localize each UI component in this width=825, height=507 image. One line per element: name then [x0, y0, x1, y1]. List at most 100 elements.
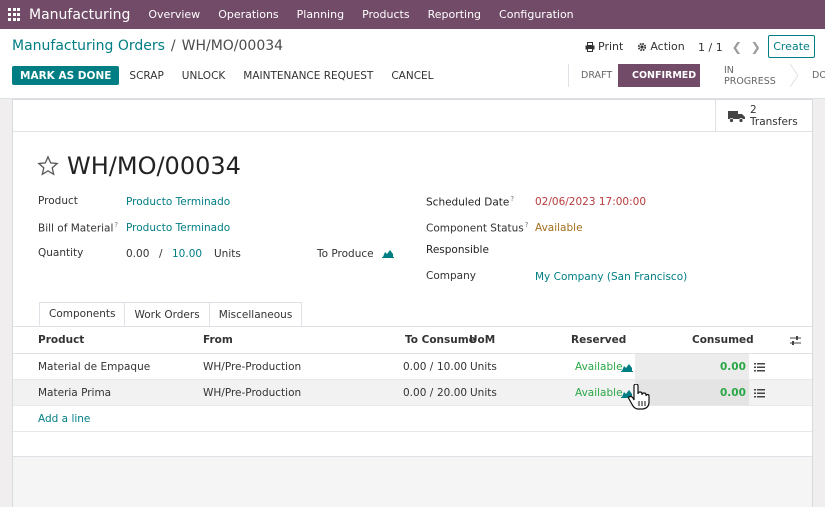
component-status-value: Available — [535, 222, 583, 234]
gear-icon — [638, 42, 647, 51]
chevron-left-icon[interactable]: ❮ — [732, 40, 742, 54]
breadcrumb-parent[interactable]: Manufacturing Orders — [12, 38, 165, 54]
form-sheet: 2 Transfers WH/MO/00034 Product Producto… — [12, 99, 813, 507]
pager: 1 / 1 ❮ ❯ — [698, 40, 761, 54]
button-box: 2 Transfers — [13, 100, 812, 132]
print-label: Print — [598, 40, 624, 53]
nav-products[interactable]: Products — [362, 8, 410, 21]
action-label: Action — [650, 40, 685, 53]
status-confirmed-label: CONFIRMED — [632, 70, 697, 81]
scheduled-date-help-icon[interactable]: ? — [510, 195, 514, 203]
quantity-label: Quantity — [38, 247, 84, 259]
detailed-operations-icon[interactable] — [754, 389, 765, 398]
control-panel: Manufacturing Orders / WH/MO/00034 Print… — [0, 29, 825, 99]
nav-reporting[interactable]: Reporting — [428, 8, 481, 21]
row-reserved: Available — [575, 360, 623, 373]
maintenance-request-button[interactable]: MAINTENANCE REQUEST — [243, 70, 373, 82]
record-title: WH/MO/00034 — [67, 152, 241, 180]
cancel-button[interactable]: CANCEL — [391, 70, 433, 82]
status-done[interactable]: DONE — [798, 64, 825, 87]
status-draft[interactable]: DRAFT — [568, 64, 618, 87]
transfers-smart-button[interactable]: 2 Transfers — [715, 100, 812, 132]
table-empty-row — [13, 432, 812, 458]
unlock-button[interactable]: UNLOCK — [182, 70, 226, 82]
status-bar: DRAFT CONFIRMED IN PROGRESS DONE — [568, 64, 825, 87]
tab-components[interactable]: Components — [39, 302, 126, 326]
header-consumed[interactable]: Consumed — [692, 334, 754, 346]
action-button[interactable]: Action — [637, 40, 685, 53]
quantity-total[interactable]: 10.00 — [172, 248, 202, 260]
row-reserved: Available — [575, 386, 623, 399]
table-row[interactable]: Materia Prima WH/Pre-Production 0.00 / 2… — [13, 380, 812, 410]
print-button[interactable]: Print — [585, 40, 623, 53]
optional-columns-icon[interactable] — [790, 336, 801, 345]
bom-help-icon[interactable]: ? — [114, 221, 118, 229]
status-in-progress[interactable]: IN PROGRESS — [700, 64, 790, 87]
status-draft-label: DRAFT — [581, 70, 613, 81]
top-navbar: Manufacturing Overview Operations Planni… — [0, 0, 825, 29]
row-consumed[interactable]: 0.00 — [720, 361, 746, 373]
company-value[interactable]: My Company (San Francisco) — [535, 271, 687, 283]
row-qty: 0.00 / — [403, 386, 434, 399]
forecast-chart-icon[interactable] — [382, 248, 394, 258]
bom-value[interactable]: Producto Terminado — [126, 222, 230, 234]
row-uom: Units — [470, 360, 497, 373]
row-product: Materia Prima — [38, 386, 112, 399]
create-button[interactable]: Create — [768, 35, 815, 58]
detailed-operations-icon[interactable] — [754, 363, 765, 372]
header-uom[interactable]: UoM — [469, 334, 495, 346]
tab-miscellaneous[interactable]: Miscellaneous — [208, 302, 303, 326]
hand-cursor-icon — [628, 384, 650, 410]
app-name[interactable]: Manufacturing — [29, 7, 130, 23]
quantity-separator: / — [159, 248, 163, 260]
bom-label-text: Bill of Material — [38, 222, 114, 235]
action-buttons: MARK AS DONE SCRAP UNLOCK MAINTENANCE RE… — [12, 66, 434, 85]
forecast-chart-icon[interactable] — [621, 362, 633, 372]
header-reserved[interactable]: Reserved — [571, 334, 626, 346]
nav-overview[interactable]: Overview — [148, 8, 200, 21]
product-value[interactable]: Producto Terminado — [126, 196, 230, 208]
component-status-help-icon[interactable]: ? — [525, 221, 529, 229]
to-produce-label: To Produce — [317, 248, 374, 260]
scheduled-date-label-text: Scheduled Date — [426, 196, 510, 209]
status-in-progress-label: IN PROGRESS — [724, 64, 776, 87]
apps-grid-icon[interactable] — [8, 7, 22, 22]
add-line-link[interactable]: Add a line — [13, 406, 812, 432]
status-confirmed[interactable]: CONFIRMED — [618, 64, 700, 87]
transfers-label: Transfers — [750, 116, 798, 128]
nav-planning[interactable]: Planning — [297, 8, 344, 21]
notebook-tabs: Components Work Orders Miscellaneous — [39, 302, 303, 326]
print-icon — [585, 41, 595, 52]
header-product[interactable]: Product — [38, 334, 84, 346]
row-total: 20.00 — [437, 386, 468, 399]
status-done-label: DONE — [812, 70, 825, 81]
chevron-right-icon[interactable]: ❯ — [751, 40, 761, 54]
tab-work-orders[interactable]: Work Orders — [124, 302, 210, 326]
breadcrumb: Manufacturing Orders / WH/MO/00034 — [12, 38, 283, 54]
header-to-consume[interactable]: To Consume — [405, 334, 476, 346]
quantity-produced[interactable]: 0.00 — [126, 248, 149, 260]
nav-configuration[interactable]: Configuration — [499, 8, 574, 21]
mark-as-done-button[interactable]: MARK AS DONE — [12, 66, 120, 85]
breadcrumb-current: WH/MO/00034 — [181, 38, 284, 54]
toolbar: Print Action — [585, 40, 699, 53]
truck-icon — [728, 110, 745, 123]
row-consumed[interactable]: 0.00 — [720, 387, 746, 399]
responsible-label: Responsible — [426, 244, 489, 256]
nav-operations[interactable]: Operations — [218, 8, 278, 21]
table-header: Product From To Consume UoM Reserved Con… — [13, 327, 812, 354]
component-status-label-text: Component Status — [426, 222, 524, 235]
table-row[interactable]: Material de Empaque WH/Pre-Production 0.… — [13, 354, 812, 380]
component-status-label: Component Status? — [426, 221, 528, 235]
title-row: WH/MO/00034 — [37, 152, 241, 180]
row-from: WH/Pre-Production — [203, 386, 302, 399]
row-from: WH/Pre-Production — [203, 360, 302, 373]
scheduled-date-value[interactable]: 02/06/2023 17:00:00 — [535, 196, 646, 208]
scrap-button[interactable]: SCRAP — [129, 70, 163, 82]
row-total: 10.00 — [437, 360, 468, 373]
row-product: Material de Empaque — [38, 360, 151, 373]
components-table: Product From To Consume UoM Reserved Con… — [13, 326, 812, 458]
header-from[interactable]: From — [203, 334, 233, 346]
star-icon[interactable] — [37, 155, 59, 177]
pager-value[interactable]: 1 / 1 — [698, 41, 723, 54]
